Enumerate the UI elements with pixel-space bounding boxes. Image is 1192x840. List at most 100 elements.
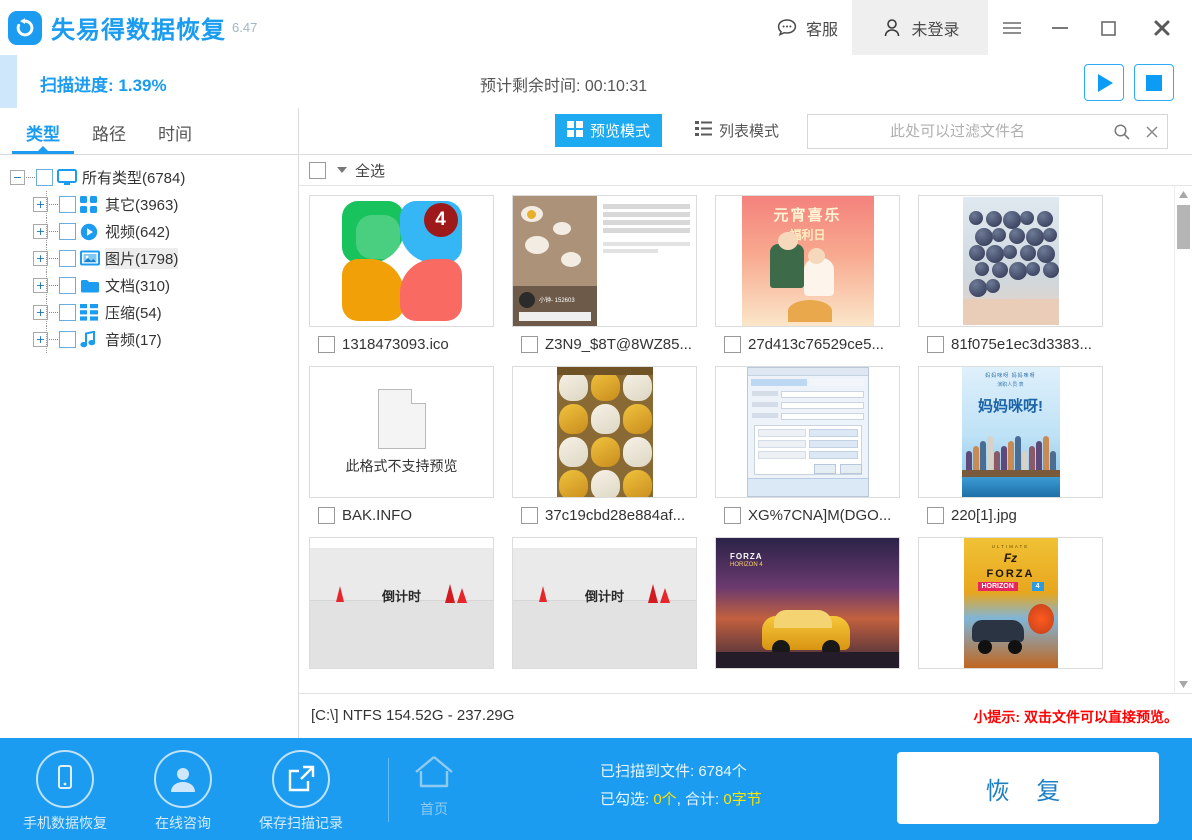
tree-node-checkbox[interactable] bbox=[59, 277, 76, 294]
file-cell[interactable]: FORZA HORIZON 4 bbox=[715, 537, 918, 669]
sidebar-tabs: 类型路径时间 bbox=[0, 108, 298, 154]
total-size: 0字节 bbox=[723, 791, 761, 808]
file-checkbox[interactable] bbox=[318, 336, 335, 353]
sidebar-tab-0[interactable]: 类型 bbox=[10, 120, 76, 154]
list-mode-label: 列表模式 bbox=[719, 120, 779, 141]
tree-node-checkbox[interactable] bbox=[59, 196, 76, 213]
minimize-icon[interactable] bbox=[1036, 0, 1084, 55]
bottom-action-0[interactable]: 手机数据恢复 bbox=[18, 750, 112, 833]
file-checkbox[interactable] bbox=[724, 336, 741, 353]
file-cell[interactable]: 此格式不支持预览 BAK.INFO bbox=[309, 366, 512, 532]
search-box bbox=[807, 114, 1168, 149]
preview-mode-button[interactable]: 预览模式 bbox=[555, 114, 662, 147]
file-checkbox[interactable] bbox=[318, 507, 335, 524]
tree-node-0[interactable]: −所有类型(6784) bbox=[0, 164, 298, 191]
scan-progress-bar: 扫描进度: 1.39% 预计剩余时间: 00:10:31 bbox=[0, 55, 1192, 109]
clear-search-icon[interactable] bbox=[1137, 124, 1167, 140]
recover-button[interactable]: 恢 复 bbox=[897, 752, 1159, 824]
tree-node-6[interactable]: +音频(17) bbox=[0, 326, 298, 353]
sidebar-tab-1[interactable]: 路径 bbox=[76, 120, 142, 154]
file-cell[interactable]: 妈妈咪呀 妈妈咪呀 演职人员 表 妈妈咪呀! 220[1].jpg bbox=[918, 366, 1121, 532]
file-thumbnail[interactable]: 此格式不支持预览 bbox=[309, 366, 494, 498]
refresh-circle-icon bbox=[8, 11, 42, 45]
vertical-scrollbar[interactable] bbox=[1174, 186, 1192, 693]
status-bar: [C:\] NTFS 154.52G - 237.29G 小提示: 双击文件可以… bbox=[299, 693, 1192, 739]
file-checkbox[interactable] bbox=[927, 507, 944, 524]
scroll-down-icon[interactable] bbox=[1175, 676, 1192, 693]
file-thumbnail[interactable]: 妈妈咪呀 妈妈咪呀 演职人员 表 妈妈咪呀! bbox=[918, 366, 1103, 498]
tree-node-checkbox[interactable] bbox=[59, 304, 76, 321]
collapse-icon[interactable]: − bbox=[10, 170, 25, 185]
tree-node-checkbox[interactable] bbox=[59, 250, 76, 267]
bottom-action-1[interactable]: 在线咨询 bbox=[136, 750, 230, 833]
sidebar-tab-label: 时间 bbox=[158, 125, 192, 144]
file-cell[interactable]: 倒计时 bbox=[512, 537, 715, 669]
file-checkbox[interactable] bbox=[521, 336, 538, 353]
file-thumbnail[interactable]: 倒计时 bbox=[309, 537, 494, 669]
file-thumbnail[interactable] bbox=[715, 366, 900, 498]
tree-node-2[interactable]: +视频(642) bbox=[0, 218, 298, 245]
file-name: Z3N9_$8T@8WZ85... bbox=[545, 336, 692, 353]
hamburger-menu-icon[interactable] bbox=[988, 0, 1036, 55]
lantern-festival-poster: 元宵喜乐 福利日 bbox=[742, 196, 874, 326]
tree-connector-line bbox=[46, 299, 48, 326]
file-name: 220[1].jpg bbox=[951, 507, 1017, 524]
search-icon[interactable] bbox=[1107, 123, 1137, 141]
tree-node-1[interactable]: +其它(3963) bbox=[0, 191, 298, 218]
file-cell[interactable]: 元宵喜乐 福利日 27d413c76529ce5... bbox=[715, 195, 918, 361]
selected-count: 0个 bbox=[653, 791, 676, 808]
file-cell[interactable]: XG%7CNA]M(DGO... bbox=[715, 366, 918, 532]
chevron-down-icon[interactable] bbox=[337, 167, 347, 173]
bottom-action-2[interactable]: 保存扫描记录 bbox=[254, 750, 348, 833]
stop-button[interactable] bbox=[1134, 64, 1174, 101]
scrollbar-thumb[interactable] bbox=[1177, 205, 1190, 249]
file-cell[interactable]: 37c19cbd28e884af... bbox=[512, 366, 715, 532]
sidebar-tab-2[interactable]: 时间 bbox=[142, 120, 208, 154]
tree-node-3[interactable]: +图片(1798) bbox=[0, 245, 298, 272]
file-thumbnail[interactable]: ULTIMATE Fz FORZA HORIZON 4 bbox=[918, 537, 1103, 669]
play-button[interactable] bbox=[1084, 64, 1124, 101]
title-bar: 失易得数据恢复 6.47 客服 bbox=[0, 0, 1192, 55]
scan-progress-text: 扫描进度: 1.39% bbox=[40, 71, 167, 96]
file-checkbox[interactable] bbox=[927, 336, 944, 353]
file-thumbnail[interactable]: 4 bbox=[309, 195, 494, 327]
file-thumbnail[interactable]: FORZA HORIZON 4 bbox=[715, 537, 900, 669]
stop-icon bbox=[1146, 75, 1162, 91]
file-checkbox[interactable] bbox=[521, 507, 538, 524]
select-all-checkbox[interactable] bbox=[309, 162, 326, 179]
home-button[interactable]: 首页 bbox=[412, 752, 456, 819]
forza-horizon-wide: FORZA HORIZON 4 bbox=[716, 538, 899, 668]
maximize-icon[interactable] bbox=[1084, 0, 1132, 55]
close-icon[interactable] bbox=[1132, 0, 1192, 55]
tree-node-checkbox[interactable] bbox=[59, 331, 76, 348]
no-preview-text: 此格式不支持预览 bbox=[346, 456, 458, 476]
file-thumbnail[interactable]: 倒计时 bbox=[512, 537, 697, 669]
tree-node-checkbox[interactable] bbox=[36, 169, 53, 186]
file-thumbnail[interactable]: 元宵喜乐 福利日 bbox=[715, 195, 900, 327]
file-cell[interactable]: ULTIMATE Fz FORZA HORIZON 4 bbox=[918, 537, 1121, 669]
total-label: 合计: bbox=[685, 791, 719, 808]
file-thumbnail[interactable]: 小钟- 152603 bbox=[512, 195, 697, 327]
tree-node-4[interactable]: +文档(310) bbox=[0, 272, 298, 299]
file-thumbnail[interactable] bbox=[918, 195, 1103, 327]
file-cell[interactable]: 4 1318473093.ico bbox=[309, 195, 512, 361]
search-input[interactable] bbox=[808, 122, 1107, 141]
list-mode-button[interactable]: 列表模式 bbox=[683, 114, 791, 147]
file-cell[interactable]: 81f075e1ec3d3383... bbox=[918, 195, 1121, 361]
file-thumbnail[interactable] bbox=[512, 366, 697, 498]
file-cell[interactable]: 小钟- 152603 Z3N9_$8T@8WZ85... bbox=[512, 195, 715, 361]
scanned-label: 已扫描到文件: bbox=[600, 763, 694, 780]
scroll-up-icon[interactable] bbox=[1175, 186, 1192, 203]
account-button[interactable]: 未登录 bbox=[852, 0, 988, 55]
file-name: 1318473093.ico bbox=[342, 336, 449, 353]
support-button[interactable]: 客服 bbox=[761, 0, 852, 55]
tree-node-label: 其它(3963) bbox=[105, 194, 178, 215]
file-checkbox[interactable] bbox=[724, 507, 741, 524]
tree-node-checkbox[interactable] bbox=[59, 223, 76, 240]
tree-node-5[interactable]: +压缩(54) bbox=[0, 299, 298, 326]
file-name: BAK.INFO bbox=[342, 507, 412, 524]
file-cell[interactable]: 倒计时 bbox=[309, 537, 512, 669]
select-all-label[interactable]: 全选 bbox=[355, 160, 385, 181]
selected-label: 已勾选: bbox=[600, 791, 649, 808]
scan-counts: 已扫描到文件: 6784个 已勾选: 0个, 合计: 0字节 bbox=[600, 758, 762, 814]
